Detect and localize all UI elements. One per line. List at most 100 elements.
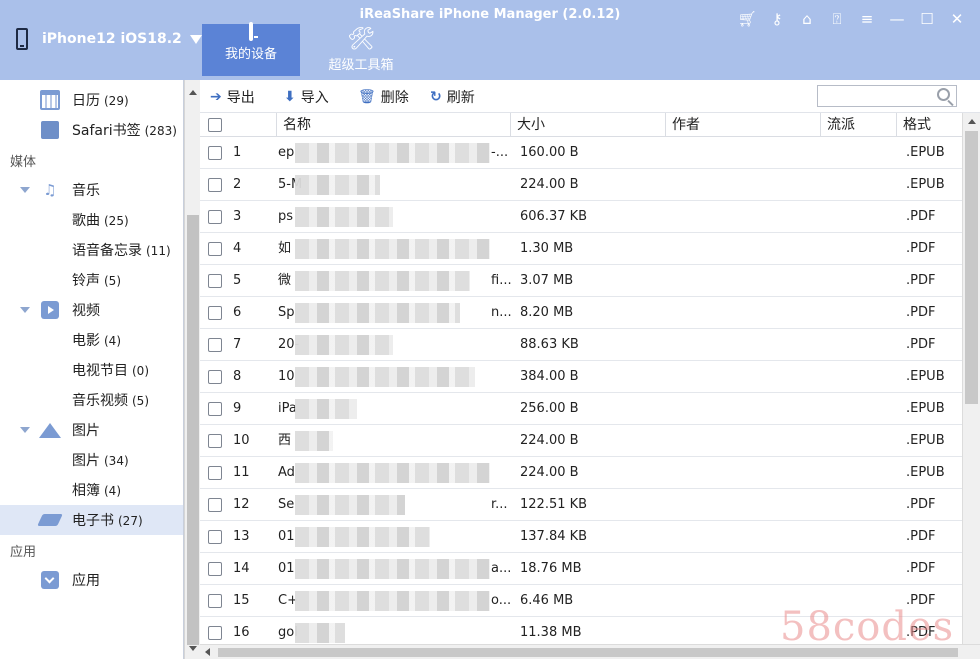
row-checkbox[interactable] bbox=[208, 466, 222, 480]
tab-my-device[interactable]: 我的设备 bbox=[202, 22, 300, 76]
table-row[interactable]: 14 01 a... 18.76 MB .PDF bbox=[200, 553, 962, 585]
sidebar-item-calendar[interactable]: 日历 (29) bbox=[0, 85, 183, 115]
maximize-button[interactable]: ☐ bbox=[912, 8, 942, 30]
table-row[interactable]: 8 10 384.00 B .EPUB bbox=[200, 361, 962, 393]
sidebar-item-pictures[interactable]: 图片 bbox=[0, 415, 183, 445]
row-checkbox[interactable] bbox=[208, 562, 222, 576]
expand-arrow-icon[interactable] bbox=[20, 187, 30, 193]
table-row[interactable]: 5 微 fi... 3.07 MB .PDF bbox=[200, 265, 962, 297]
calendar-icon bbox=[40, 90, 60, 110]
sidebar-item-photos[interactable]: 图片 (34) bbox=[0, 445, 183, 475]
table-row[interactable]: 6 Sp n... 8.20 MB .PDF bbox=[200, 297, 962, 329]
sidebar-item-count: (5) bbox=[104, 274, 121, 288]
device-selector[interactable]: iPhone12 iOS18.2 bbox=[16, 24, 202, 54]
search-icon bbox=[937, 88, 950, 101]
sidebar-item-label: 铃声 bbox=[72, 273, 100, 289]
table-row[interactable]: 7 20- 88.63 KB .PDF bbox=[200, 329, 962, 361]
cart-icon[interactable]: 🛒︎ bbox=[732, 8, 762, 30]
table-row[interactable]: 9 iPa 256.00 B .EPUB bbox=[200, 393, 962, 425]
sidebar-item-songs[interactable]: 歌曲 (25) bbox=[0, 205, 183, 235]
row-checkbox[interactable] bbox=[208, 306, 222, 320]
column-header-name[interactable]: 名称 bbox=[277, 113, 511, 137]
sidebar-item-tv-shows[interactable]: 电视节目 (0) bbox=[0, 355, 183, 385]
table-row[interactable]: 2 5-M 224.00 B .EPUB bbox=[200, 169, 962, 201]
row-checkbox[interactable] bbox=[208, 274, 222, 288]
row-checkbox[interactable] bbox=[208, 146, 222, 160]
key-icon[interactable]: ⚷ bbox=[762, 8, 792, 30]
column-header-format[interactable]: 格式 bbox=[897, 113, 962, 137]
row-checkbox[interactable] bbox=[208, 402, 222, 416]
row-index: 7 bbox=[233, 337, 242, 352]
row-checkbox[interactable] bbox=[208, 498, 222, 512]
row-format: .PDF bbox=[906, 337, 936, 352]
help-icon[interactable]: ⍰ bbox=[822, 8, 852, 30]
tab-label: 超级工具箱 bbox=[328, 58, 394, 73]
tab-toolbox[interactable]: 🛠 超级工具箱 bbox=[312, 24, 410, 76]
redacted-text bbox=[295, 207, 393, 227]
sidebar-item-video[interactable]: 视频 bbox=[0, 295, 183, 325]
sidebar-item-label: 电子书 bbox=[72, 513, 114, 529]
row-size: 224.00 B bbox=[520, 177, 579, 192]
scroll-up-icon[interactable] bbox=[968, 119, 976, 124]
sidebar-item-music-videos[interactable]: 音乐视频 (5) bbox=[0, 385, 183, 415]
minimize-button[interactable]: — bbox=[882, 8, 912, 30]
sidebar-item-ebooks[interactable]: 电子书 (27) bbox=[0, 505, 183, 535]
redacted-text bbox=[295, 143, 490, 163]
row-checkbox[interactable] bbox=[208, 530, 222, 544]
row-checkbox[interactable] bbox=[208, 338, 222, 352]
sidebar-item-voice-memos[interactable]: 语音备忘录 (11) bbox=[0, 235, 183, 265]
scroll-down-icon[interactable] bbox=[189, 646, 197, 651]
sidebar-item-label: 图片 bbox=[72, 453, 100, 469]
sidebar-item-count: (29) bbox=[104, 94, 129, 108]
table-vertical-scrollbar[interactable] bbox=[962, 113, 980, 644]
table-row[interactable]: 12 Se r... 122.51 KB .PDF bbox=[200, 489, 962, 521]
row-size: 1.30 MB bbox=[520, 241, 574, 256]
sidebar-item-apps[interactable]: 应用 bbox=[0, 565, 183, 595]
row-checkbox[interactable] bbox=[208, 434, 222, 448]
scrollbar-thumb[interactable] bbox=[965, 131, 978, 404]
export-label: 导出 bbox=[226, 90, 255, 106]
row-name-tail: fi... bbox=[491, 273, 512, 288]
video-icon bbox=[40, 300, 60, 320]
table-row[interactable]: 3 ps 606.37 KB .PDF bbox=[200, 201, 962, 233]
menu-icon[interactable]: ≡ bbox=[852, 8, 882, 30]
row-checkbox[interactable] bbox=[208, 210, 222, 224]
column-header-size[interactable]: 大小 bbox=[511, 113, 666, 137]
row-index: 2 bbox=[233, 177, 242, 192]
sidebar-scrollbar[interactable] bbox=[184, 80, 200, 659]
redacted-text bbox=[295, 431, 333, 451]
row-format: .PDF bbox=[906, 241, 936, 256]
scrollbar-thumb[interactable] bbox=[187, 215, 199, 645]
expand-arrow-icon[interactable] bbox=[20, 307, 30, 313]
row-checkbox[interactable] bbox=[208, 242, 222, 256]
column-header-genre[interactable]: 流派 bbox=[821, 113, 897, 137]
column-header-author[interactable]: 作者 bbox=[666, 113, 821, 137]
sidebar-item-safari-bookmarks[interactable]: Safari书签 (283) bbox=[0, 115, 183, 145]
table-row[interactable]: 4 如 1.30 MB .PDF bbox=[200, 233, 962, 265]
sidebar-item-music[interactable]: ♫ 音乐 bbox=[0, 175, 183, 205]
search-input[interactable] bbox=[817, 85, 957, 107]
sidebar-item-albums[interactable]: 相簿 (4) bbox=[0, 475, 183, 505]
table-row[interactable]: 11 Ad 224.00 B .EPUB bbox=[200, 457, 962, 489]
scroll-up-icon[interactable] bbox=[189, 90, 197, 95]
delete-button[interactable]: 🗑︎ 删除 bbox=[358, 87, 409, 107]
table-row[interactable]: 13 01 137.84 KB .PDF bbox=[200, 521, 962, 553]
home-icon[interactable]: ⌂ bbox=[792, 8, 822, 30]
close-button[interactable]: ✕ bbox=[942, 8, 972, 30]
row-index: 6 bbox=[233, 305, 242, 320]
import-button[interactable]: ⬇ 导入 bbox=[284, 87, 329, 107]
row-checkbox[interactable] bbox=[208, 178, 222, 192]
expand-arrow-icon[interactable] bbox=[20, 427, 30, 433]
row-checkbox[interactable] bbox=[208, 370, 222, 384]
export-button[interactable]: ➔ 导出 bbox=[210, 87, 255, 107]
sidebar-item-ringtones[interactable]: 铃声 (5) bbox=[0, 265, 183, 295]
sidebar-item-movies[interactable]: 电影 (4) bbox=[0, 325, 183, 355]
table-row[interactable]: 1 ep -... 160.00 B .EPUB bbox=[200, 137, 962, 169]
row-checkbox[interactable] bbox=[208, 626, 222, 640]
table-row[interactable]: 10 西 224.00 B .EPUB bbox=[200, 425, 962, 457]
row-format: .PDF bbox=[906, 529, 936, 544]
tools-icon: 🛠 bbox=[347, 27, 375, 52]
row-checkbox[interactable] bbox=[208, 594, 222, 608]
refresh-button[interactable]: ↻ 刷新 bbox=[430, 87, 475, 107]
scroll-left-icon[interactable] bbox=[205, 648, 210, 656]
